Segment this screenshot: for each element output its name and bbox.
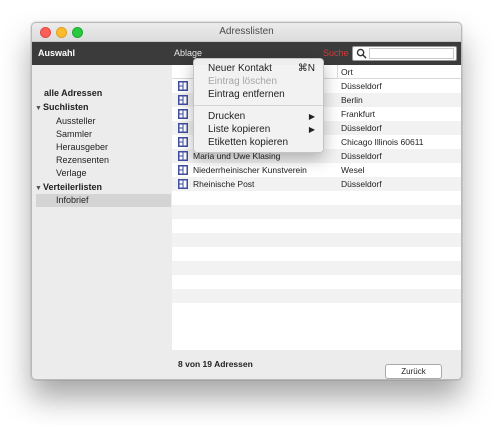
contact-card-icon bbox=[178, 109, 188, 119]
empty-table-row bbox=[172, 205, 461, 219]
cell-city: Düsseldorf bbox=[341, 179, 382, 189]
sidebar-item-verlage[interactable]: Verlage bbox=[56, 167, 87, 180]
contact-card-icon bbox=[178, 137, 188, 147]
sidebar-group-label: Suchlisten bbox=[43, 102, 89, 112]
submenu-arrow-icon: ▶ bbox=[308, 112, 315, 121]
cell-city: Wesel bbox=[341, 165, 365, 175]
empty-table-row bbox=[172, 289, 461, 303]
sidebar-item-herausgeber[interactable]: Herausgeber bbox=[56, 141, 108, 154]
cell-city: Berlin bbox=[341, 95, 363, 105]
contact-card-icon bbox=[178, 95, 188, 105]
submenu-arrow-icon: ▶ bbox=[308, 125, 315, 134]
menu-item-remove-entry[interactable]: Eintrag entfernen bbox=[194, 88, 323, 101]
contact-card-icon bbox=[178, 165, 188, 175]
empty-table-row bbox=[172, 191, 461, 205]
cell-name: Rheinische Post bbox=[193, 179, 255, 189]
cell-city: Düsseldorf bbox=[341, 123, 382, 133]
contact-card-icon bbox=[178, 179, 188, 189]
sidebar-item-rezensenten[interactable]: Rezensenten bbox=[56, 154, 109, 167]
menu-item-print[interactable]: Drucken ▶ bbox=[194, 110, 323, 123]
empty-table-row bbox=[172, 219, 461, 233]
menu-item-label: Liste kopieren bbox=[208, 124, 271, 135]
contact-card-icon bbox=[178, 151, 188, 161]
column-divider[interactable] bbox=[337, 65, 338, 79]
menu-item-delete-entry: Eintrag löschen bbox=[208, 76, 277, 87]
empty-table-row bbox=[172, 275, 461, 289]
selection-label: Auswahl bbox=[38, 48, 76, 58]
cell-city: Chicago Illinois 60611 bbox=[341, 137, 424, 147]
footer: 8 von 19 Adressen Zurück bbox=[172, 350, 461, 379]
search-field[interactable] bbox=[352, 46, 457, 61]
sidebar: alle Adressen ▼Suchlisten Aussteller Sam… bbox=[32, 65, 172, 379]
record-count: 8 von 19 Adressen bbox=[178, 359, 253, 369]
menu-item-label: Drucken bbox=[208, 111, 246, 122]
menu-item-new-contact[interactable]: Neuer Kontakt ⌘N bbox=[194, 62, 323, 75]
search-input[interactable] bbox=[369, 48, 454, 59]
file-menu-button[interactable]: Ablage bbox=[174, 48, 202, 58]
cell-city: Düsseldorf bbox=[341, 151, 382, 161]
title-bar[interactable]: Adresslisten bbox=[32, 23, 461, 42]
menu-item-copy-list[interactable]: Liste kopieren ▶ bbox=[194, 123, 323, 136]
table-row[interactable]: Niederrheinischer Kunstverein Wesel bbox=[172, 163, 461, 177]
sidebar-group-label: Verteilerlisten bbox=[43, 182, 103, 192]
cell-city: Düsseldorf bbox=[341, 81, 382, 91]
disclosure-triangle-icon[interactable]: ▼ bbox=[35, 102, 43, 115]
search-icon bbox=[356, 48, 367, 59]
sidebar-item-infobrief[interactable]: Infobrief bbox=[36, 194, 171, 207]
back-button[interactable]: Zurück bbox=[385, 364, 442, 379]
empty-table-row bbox=[172, 233, 461, 247]
cell-city: Frankfurt bbox=[341, 109, 376, 119]
contact-card-icon bbox=[178, 81, 188, 91]
window-title: Adresslisten bbox=[219, 26, 274, 37]
sidebar-item-all-addresses[interactable]: alle Adressen bbox=[44, 87, 102, 100]
sidebar-item-sammler[interactable]: Sammler bbox=[56, 128, 92, 141]
empty-table-row bbox=[172, 247, 461, 261]
table-row[interactable]: Rheinische Post Düsseldorf bbox=[172, 177, 461, 191]
column-header-city[interactable]: Ort bbox=[341, 67, 353, 77]
cell-name: Niederrheinischer Kunstverein bbox=[193, 165, 307, 175]
menu-item-label: Neuer Kontakt bbox=[208, 63, 272, 74]
menu-separator bbox=[194, 105, 323, 106]
contact-card-icon bbox=[178, 123, 188, 133]
search-label: Suche bbox=[323, 48, 349, 58]
context-menu: Neuer Kontakt ⌘N Eintrag löschen Eintrag… bbox=[193, 58, 324, 153]
empty-table-row bbox=[172, 261, 461, 275]
menu-item-copy-labels[interactable]: Etiketten kopieren bbox=[194, 136, 323, 149]
sidebar-item-aussteller[interactable]: Aussteller bbox=[56, 115, 96, 128]
keyboard-shortcut: ⌘N bbox=[297, 63, 315, 74]
sidebar-group-search-lists[interactable]: ▼Suchlisten bbox=[35, 101, 89, 114]
sidebar-group-distribution-lists[interactable]: ▼Verteilerlisten bbox=[35, 181, 102, 194]
